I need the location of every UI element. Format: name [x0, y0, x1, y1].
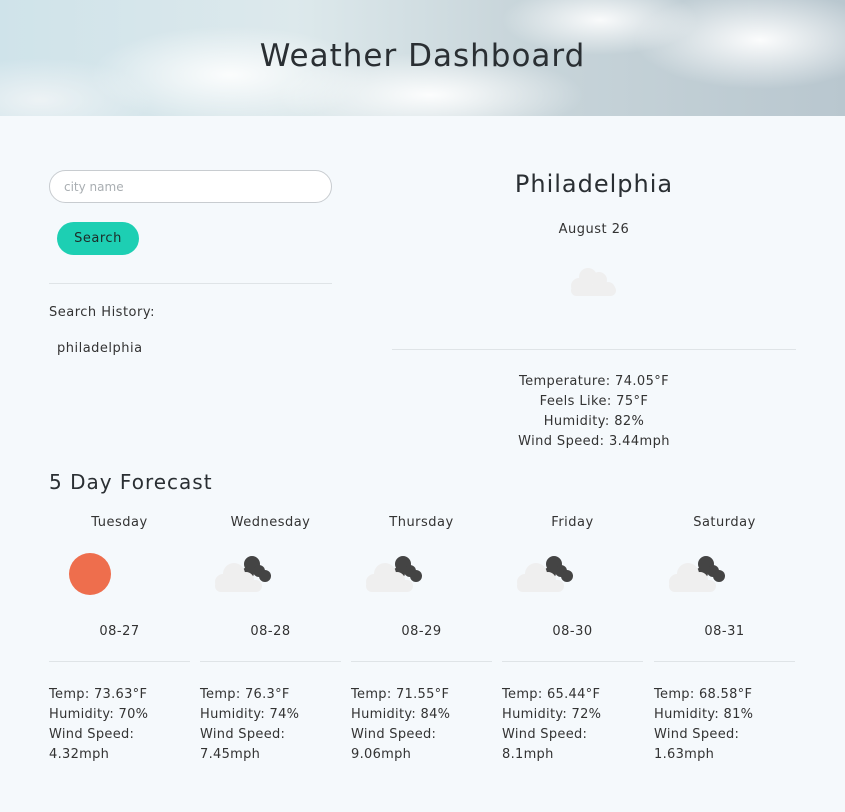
search-button[interactable]: Search — [57, 222, 139, 255]
forecast-day-name: Friday — [551, 515, 594, 530]
forecast-day-details: Temp: 76.3°F Humidity: 74% Wind Speed: 7… — [200, 685, 341, 765]
forecast-temp: Temp: 65.44°F — [502, 687, 601, 702]
current-details: Temperature: 74.05°F Feels Like: 75°F Hu… — [392, 372, 796, 452]
current-humidity: Humidity: 82% — [543, 414, 645, 429]
forecast-humidity: Humidity: 74% — [200, 707, 300, 722]
forecast-day-card: Tuesday 08-27 Temp: 73.63°F Humidity: 70… — [49, 512, 190, 772]
forecast-temp: Temp: 76.3°F — [200, 687, 290, 702]
forecast-day-date: 08-31 — [704, 624, 745, 639]
forecast-day-divider — [351, 661, 492, 662]
forecast-day-card: Friday 08-30 Temp: 65.44°F Humidity: 72%… — [502, 512, 643, 772]
current-city-name: Philadelphia — [514, 170, 674, 198]
forecast-day-date: 08-29 — [401, 624, 442, 639]
forecast-day-card: Saturday 08-31 Temp: 68.58°F Humidity: 8… — [654, 512, 795, 772]
forecast-wind: Wind Speed: 7.45mph — [200, 727, 286, 762]
forecast-day-date: 08-28 — [250, 624, 291, 639]
forecast-day-divider — [200, 661, 341, 662]
forecast-humidity: Humidity: 81% — [654, 707, 754, 722]
cloud-icon — [571, 268, 616, 296]
forecast-humidity: Humidity: 70% — [49, 707, 149, 722]
forecast-wind: Wind Speed: 8.1mph — [502, 727, 588, 762]
forecast-day-date: 08-27 — [99, 624, 140, 639]
forecast-day-name: Thursday — [389, 515, 454, 530]
forecast-wind: Wind Speed: 1.63mph — [654, 727, 740, 762]
sidebar-divider — [49, 283, 332, 284]
sun-icon — [69, 553, 111, 595]
cloudy-icon — [366, 556, 422, 592]
forecast-temp: Temp: 71.55°F — [351, 687, 450, 702]
cloudy-icon — [669, 556, 725, 592]
forecast-day-card: Thursday 08-29 Temp: 71.55°F Humidity: 8… — [351, 512, 492, 772]
search-history-item[interactable]: philadelphia — [57, 341, 143, 356]
forecast-humidity: Humidity: 84% — [351, 707, 451, 722]
forecast-day-name: Tuesday — [91, 515, 148, 530]
forecast-day-divider — [654, 661, 795, 662]
forecast-day-name: Wednesday — [230, 515, 311, 530]
forecast-title: 5 Day Forecast — [49, 470, 213, 494]
forecast-wind: Wind Speed: 4.32mph — [49, 727, 135, 762]
forecast-temp: Temp: 68.58°F — [654, 687, 753, 702]
search-history-label: Search History: — [49, 305, 155, 320]
forecast-day-details: Temp: 65.44°F Humidity: 72% Wind Speed: … — [502, 685, 643, 765]
cloudy-icon — [215, 556, 271, 592]
current-date: August 26 — [558, 222, 630, 237]
cloudy-icon — [517, 556, 573, 592]
forecast-day-card: Wednesday 08-28 Temp: 76.3°F Humidity: 7… — [200, 512, 341, 772]
forecast-day-details: Temp: 73.63°F Humidity: 70% Wind Speed: … — [49, 685, 190, 765]
forecast-temp: Temp: 73.63°F — [49, 687, 148, 702]
search-input[interactable] — [49, 170, 332, 203]
forecast-day-date: 08-30 — [552, 624, 593, 639]
forecast-humidity: Humidity: 72% — [502, 707, 602, 722]
current-wind-speed: Wind Speed: 3.44mph — [518, 434, 670, 449]
forecast-day-divider — [502, 661, 643, 662]
forecast-day-name: Saturday — [693, 515, 756, 530]
page-title: Weather Dashboard — [259, 38, 586, 74]
current-temperature: Temperature: 74.05°F — [518, 374, 670, 389]
header-banner: Weather Dashboard — [0, 0, 845, 116]
forecast-day-divider — [49, 661, 190, 662]
forecast-day-details: Temp: 68.58°F Humidity: 81% Wind Speed: … — [654, 685, 795, 765]
current-divider — [392, 349, 796, 350]
forecast-day-details: Temp: 71.55°F Humidity: 84% Wind Speed: … — [351, 685, 492, 765]
forecast-wind: Wind Speed: 9.06mph — [351, 727, 437, 762]
current-feels-like: Feels Like: 75°F — [539, 394, 649, 409]
